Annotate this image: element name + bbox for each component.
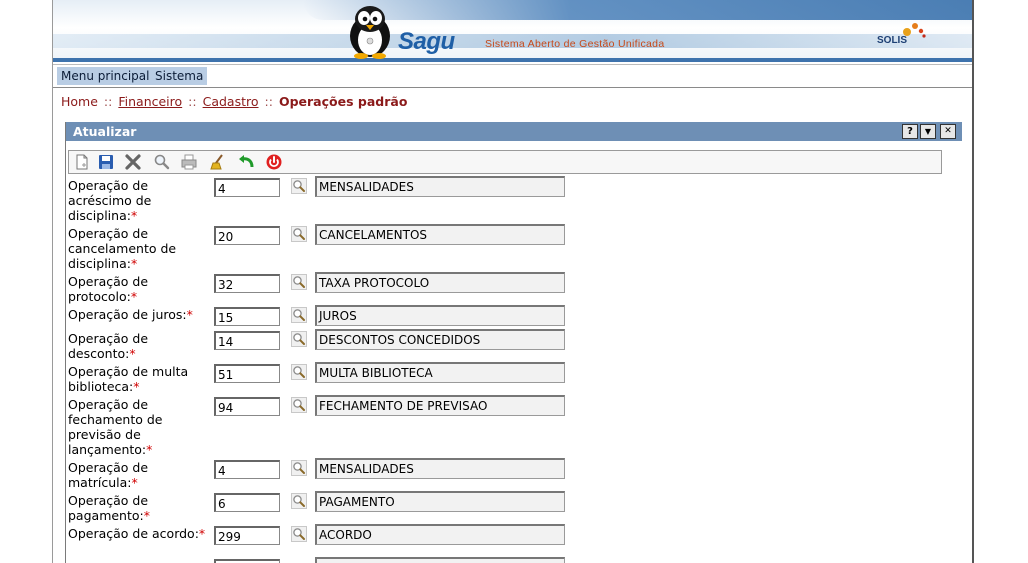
operation-code-input[interactable]: [214, 559, 280, 563]
exit-icon[interactable]: [265, 153, 283, 171]
lookup-search-icon[interactable]: [291, 331, 307, 347]
required-mark: *: [130, 256, 138, 271]
required-mark: *: [198, 526, 206, 541]
delete-icon[interactable]: [124, 153, 142, 171]
field-label-text: Operação de pagamento:: [68, 493, 149, 523]
operation-description-field: FECHAMENTO DE PREVISAO: [315, 395, 565, 416]
field-label-text: Operação de cancelamento de disciplina:: [68, 226, 177, 271]
operation-description-field: MENSALIDADES: [315, 458, 565, 479]
lookup-search-icon[interactable]: [291, 178, 307, 194]
field-label: Operação de pagamento:*: [68, 493, 208, 523]
lookup-search-icon[interactable]: [291, 397, 307, 413]
required-mark: *: [130, 208, 138, 223]
print-icon[interactable]: [180, 153, 198, 171]
breadcrumb-cadastro[interactable]: Cadastro: [203, 94, 259, 109]
field-label-text: Operação de acréscimo de disciplina:: [68, 178, 152, 223]
required-mark: *: [130, 289, 138, 304]
operation-code-input[interactable]: 6: [214, 493, 280, 512]
save-icon[interactable]: [97, 153, 115, 171]
operation-code-input[interactable]: 4: [214, 178, 280, 197]
field-label: Operação de matrícula:*: [68, 460, 208, 490]
required-mark: *: [186, 307, 193, 322]
close-button[interactable]: ✕: [940, 124, 956, 139]
field-label-text: Operação de multa biblioteca:: [68, 364, 189, 394]
operation-description-field: MULTA BIBLIOTECA: [315, 362, 565, 383]
help-button[interactable]: ?: [902, 124, 918, 139]
operation-description-field: ACORDO: [315, 524, 565, 545]
update-panel: Atualizar ? ▼ ✕ Operação de acréscimo de…: [65, 122, 962, 563]
operation-code-input[interactable]: 299: [214, 526, 280, 545]
operation-description-field: DESCONTOS CONCEDIDOS: [315, 329, 565, 350]
operation-code-input[interactable]: 15: [214, 307, 280, 326]
menu-bar: Menu principal Sistema: [53, 64, 972, 88]
breadcrumb: Home:: Financeiro:: Cadastro:: Operações pa…: [61, 94, 407, 109]
toolbar: [68, 150, 942, 174]
lookup-search-icon[interactable]: [291, 274, 307, 290]
operation-code-input[interactable]: 14: [214, 331, 280, 350]
brand-name: Sagu: [398, 28, 455, 55]
field-label-text: Operação de desconto:: [68, 331, 149, 361]
field-label-text: Operação de acordo:: [68, 526, 199, 541]
field-label: Operação de protocolo:*: [68, 274, 208, 304]
operation-code-input[interactable]: 32: [214, 274, 280, 293]
app-frame: Sagu Sistema Aberto de Gestão Unificada …: [52, 0, 974, 563]
lookup-search-icon[interactable]: [291, 460, 307, 476]
operation-description-field: MENSALIDADES: [315, 176, 565, 197]
field-label: Operação de fechamento de previsão de la…: [68, 397, 208, 457]
new-document-icon[interactable]: [73, 153, 91, 171]
breadcrumb-current: Operações padrão: [278, 94, 408, 109]
operation-description-field: TAXA PROTOCOLO: [315, 272, 565, 293]
menu-main[interactable]: Menu principal: [57, 67, 154, 85]
breadcrumb-separator: ::: [188, 94, 197, 109]
operation-description-field: JUROS: [315, 305, 565, 326]
lookup-search-icon[interactable]: [291, 526, 307, 542]
minimize-button[interactable]: ▼: [920, 124, 936, 139]
lookup-search-icon[interactable]: [291, 493, 307, 509]
operation-description-field: CANCELAMENTOS: [315, 224, 565, 245]
search-icon[interactable]: [153, 153, 171, 171]
lookup-search-icon[interactable]: [291, 226, 307, 242]
back-icon[interactable]: [237, 153, 255, 171]
field-label: Operação de multa biblioteca:*: [68, 364, 208, 394]
menu-system[interactable]: Sistema: [151, 67, 208, 85]
required-mark: *: [133, 379, 140, 394]
operation-description-field: PAGAMENTO: [315, 491, 565, 512]
operation-description-field: [315, 557, 565, 563]
header-banner: Sagu Sistema Aberto de Gestão Unificada …: [53, 0, 972, 62]
penguin-logo-icon: [350, 6, 390, 59]
lookup-search-icon[interactable]: [291, 364, 307, 380]
clear-icon[interactable]: [209, 153, 227, 171]
solis-logo: SOLIS: [877, 20, 937, 52]
field-label: Operação de acordo:*: [68, 526, 208, 541]
operation-code-input[interactable]: 4: [214, 460, 280, 479]
required-mark: *: [143, 508, 150, 523]
breadcrumb-separator: ::: [103, 94, 113, 109]
operation-code-input[interactable]: 51: [214, 364, 280, 383]
required-mark: *: [146, 442, 153, 457]
breadcrumb-separator: ::: [264, 94, 273, 109]
required-mark: *: [131, 475, 138, 490]
field-label: Operação de desconto:*: [68, 331, 208, 361]
operation-code-input[interactable]: 94: [214, 397, 280, 416]
field-label: Operação de acréscimo de disciplina:*: [68, 178, 208, 223]
panel-title: Atualizar: [73, 124, 137, 139]
breadcrumb-home[interactable]: Home: [61, 94, 98, 109]
field-label-text: Operação de juros:: [68, 307, 187, 322]
operation-code-input[interactable]: 20: [214, 226, 280, 245]
panel-title-bar: Atualizar ? ▼ ✕: [66, 122, 962, 141]
brand-tagline: Sistema Aberto de Gestão Unificada: [485, 38, 665, 50]
field-label: Operação de juros:*: [68, 307, 208, 322]
field-label: Operação de cancelamento de disciplina:*: [68, 226, 208, 271]
required-mark: *: [129, 346, 136, 361]
solis-logo-text: SOLIS: [877, 35, 908, 46]
breadcrumb-financeiro[interactable]: Financeiro: [118, 94, 182, 109]
lookup-search-icon[interactable]: [291, 307, 307, 323]
